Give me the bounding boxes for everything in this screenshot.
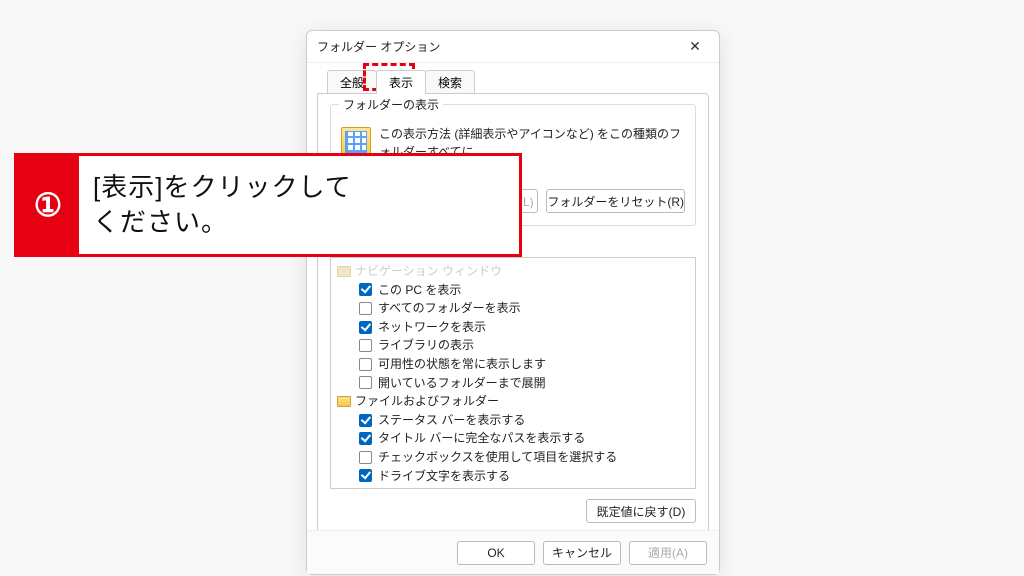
tree-item[interactable]: すべてのフォルダーを表示: [359, 299, 689, 318]
tab-search[interactable]: 検索: [425, 70, 475, 94]
checkbox-icon[interactable]: [359, 283, 372, 296]
checkbox-icon[interactable]: [359, 339, 372, 352]
tree-item[interactable]: この PC を表示: [359, 281, 689, 300]
tab-strip: 全般 表示 検索: [327, 69, 709, 93]
checkbox-icon[interactable]: [359, 432, 372, 445]
tree-category-navigation: ナビゲーション ウィンドウ: [337, 262, 689, 281]
restore-defaults-button[interactable]: 既定値に戻す(D): [586, 499, 696, 523]
apply-button[interactable]: 適用(A): [629, 541, 707, 565]
tree-item[interactable]: タイトル バーに完全なパスを表示する: [359, 429, 689, 448]
tree-item[interactable]: ネットワークを表示: [359, 318, 689, 337]
folder-view-group-label: フォルダーの表示: [339, 96, 443, 113]
ok-button[interactable]: OK: [457, 541, 535, 565]
instruction-step-badge: ①: [17, 156, 79, 254]
restore-defaults-row: 既定値に戻す(D): [330, 499, 696, 523]
instruction-line1: [表示]をクリックして: [93, 170, 519, 205]
close-icon[interactable]: ✕: [681, 33, 709, 61]
tab-view[interactable]: 表示: [376, 70, 426, 94]
checkbox-icon[interactable]: [359, 302, 372, 315]
dialog-title: フォルダー オプション: [317, 38, 440, 55]
tree-category-files-label: ファイルおよびフォルダー: [355, 392, 499, 411]
instruction-text: [表示]をクリックして ください。: [79, 156, 519, 254]
dialog-body: 全般 表示 検索 フォルダーの表示 この表示方法 (詳細表示やアイコンなど) を…: [307, 63, 719, 574]
nav-children: この PC を表示 すべてのフォルダーを表示 ネットワークを表示 ライブラリの表…: [359, 281, 689, 393]
dialog-footer: OK キャンセル 適用(A): [307, 530, 719, 574]
tree-item[interactable]: 可用性の状態を常に表示します: [359, 355, 689, 374]
folder-icon: [337, 266, 351, 277]
instruction-callout: ① [表示]をクリックして ください。: [14, 153, 522, 257]
reset-folders-button[interactable]: フォルダーをリセット(R): [546, 189, 685, 213]
files-children: ステータス バーを表示する タイトル バーに完全なパスを表示する チェックボック…: [359, 411, 689, 485]
checkbox-icon[interactable]: [359, 451, 372, 464]
tree-item[interactable]: ドライブ文字を表示する: [359, 467, 689, 486]
checkbox-icon[interactable]: [359, 469, 372, 482]
tree-item[interactable]: 開いているフォルダーまで展開: [359, 374, 689, 393]
tree-category-files: ファイルおよびフォルダー: [337, 392, 689, 411]
advanced-settings-tree[interactable]: ナビゲーション ウィンドウ この PC を表示 すべてのフォルダーを表示 ネット…: [330, 257, 696, 489]
tree-item[interactable]: ライブラリの表示: [359, 336, 689, 355]
folder-icon: [337, 396, 351, 407]
tree-item[interactable]: チェックボックスを使用して項目を選択する: [359, 448, 689, 467]
instruction-line2: ください。: [93, 205, 519, 240]
checkbox-icon[interactable]: [359, 358, 372, 371]
checkbox-icon[interactable]: [359, 414, 372, 427]
tab-general[interactable]: 全般: [327, 70, 377, 94]
checkbox-icon[interactable]: [359, 376, 372, 389]
checkbox-icon[interactable]: [359, 321, 372, 334]
titlebar: フォルダー オプション ✕: [307, 31, 719, 63]
folder-options-dialog: フォルダー オプション ✕ 全般 表示 検索 フォルダーの表示 この表示方法 (…: [306, 30, 720, 575]
cancel-button[interactable]: キャンセル: [543, 541, 621, 565]
tree-category-navigation-label: ナビゲーション ウィンドウ: [355, 262, 502, 281]
tree-item[interactable]: ステータス バーを表示する: [359, 411, 689, 430]
